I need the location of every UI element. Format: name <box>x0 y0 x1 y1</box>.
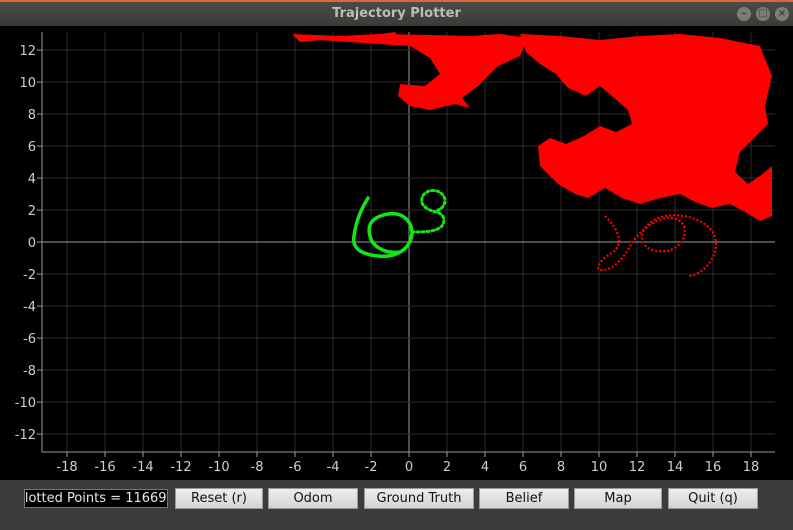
x-tick-label: 14 <box>667 460 684 475</box>
plot-canvas: -18 -16 -14 -12 -10 -8 -6 -4 -2 0 2 4 6 8 10 12 14 16 18 12… <box>15 32 775 475</box>
x-tick-label: 16 <box>705 460 722 475</box>
trajectory-path <box>351 196 414 259</box>
x-tick-label: -2 <box>365 460 378 475</box>
map-button[interactable]: Map <box>574 488 662 509</box>
map-loops <box>597 214 718 278</box>
close-icon[interactable]: × <box>775 7 789 21</box>
x-tick-label: 0 <box>405 460 413 475</box>
x-tick-label: -18 <box>56 460 77 475</box>
y-tick-label: 4 <box>28 172 36 187</box>
y-tick-label: -10 <box>15 396 36 411</box>
trajectory-path <box>410 189 447 234</box>
quit-button[interactable]: Quit (q) <box>668 488 758 509</box>
map-region <box>292 34 528 110</box>
minimize-icon[interactable]: – <box>737 7 751 21</box>
y-tick-label: -6 <box>23 332 36 347</box>
x-tick-label: -6 <box>289 460 302 475</box>
map-loop <box>597 214 718 278</box>
y-tick-label: -4 <box>23 300 36 315</box>
reset-button[interactable]: Reset (r) <box>175 488 263 509</box>
y-tick-label: 2 <box>28 204 36 219</box>
y-tick-label: -8 <box>23 364 36 379</box>
x-tick-label: 6 <box>519 460 527 475</box>
x-tick-label: -10 <box>208 460 229 475</box>
x-tick-label: -16 <box>94 460 115 475</box>
map-obstacles <box>292 32 772 221</box>
y-tick-label: -12 <box>15 428 36 443</box>
odom-button[interactable]: Odom <box>268 488 358 509</box>
x-tick-label: 10 <box>591 460 608 475</box>
x-tick-label: 12 <box>629 460 646 475</box>
y-tick-label: 10 <box>19 76 36 91</box>
x-tick-label: -8 <box>251 460 264 475</box>
x-tick-label: 4 <box>481 460 489 475</box>
trajectory-plot[interactable]: -18 -16 -14 -12 -10 -8 -6 -4 -2 0 2 4 6 8 10 12 14 16 18 12… <box>0 26 793 480</box>
belief-button[interactable]: Belief <box>479 488 569 509</box>
y-tick-label: 6 <box>28 140 36 155</box>
y-tick-label: 0 <box>28 236 36 251</box>
y-tick-label: 12 <box>19 44 36 59</box>
x-tick-label: 2 <box>443 460 451 475</box>
ground-truth-button[interactable]: Ground Truth <box>364 488 474 509</box>
trajectory-series <box>351 189 447 259</box>
x-tick-label: -4 <box>327 460 340 475</box>
x-tick-label: 18 <box>743 460 760 475</box>
y-tick-label: 8 <box>28 108 36 123</box>
x-tick-label: -14 <box>132 460 153 475</box>
y-tick-label: -2 <box>23 268 36 283</box>
map-region <box>520 34 772 221</box>
maximize-icon[interactable]: □ <box>756 7 770 21</box>
window-title: Trajectory Plotter <box>332 6 461 21</box>
x-tick-label: -12 <box>170 460 191 475</box>
plotted-points-counter: Plotted Points = 11669 <box>24 489 168 508</box>
plotted-points-text: Plotted Points = 11669 <box>24 491 167 506</box>
title-bar: Trajectory Plotter – □ × <box>0 0 793 26</box>
x-tick-label: 8 <box>557 460 565 475</box>
